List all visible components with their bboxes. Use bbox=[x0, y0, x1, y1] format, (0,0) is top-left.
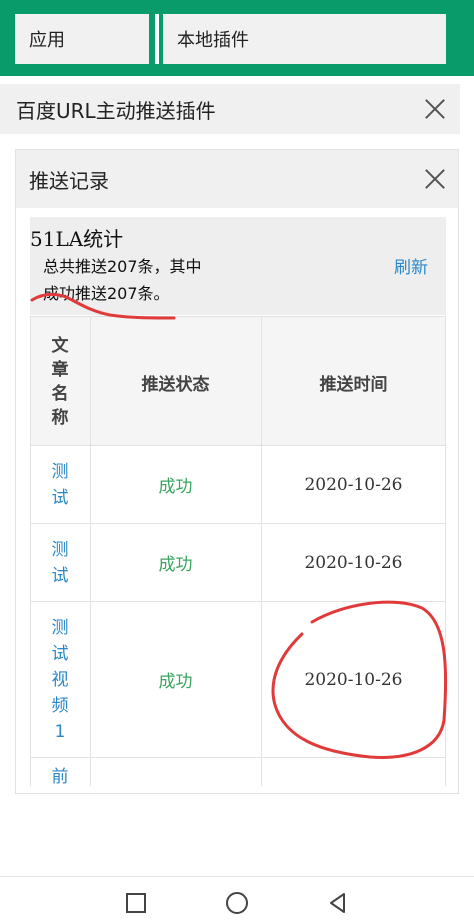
time-cell: 2020-10-26 bbox=[304, 552, 403, 573]
push-record-panel: 推送记录 51LA统计 总共推送207条，其中 成功推送207条。 刷新 文章名… bbox=[15, 149, 459, 794]
circle-icon[interactable] bbox=[225, 891, 249, 915]
plugin-title: 百度URL主动推送插件 bbox=[16, 98, 216, 123]
triangle-back-icon[interactable] bbox=[326, 891, 350, 915]
status-cell: 成功 bbox=[158, 672, 193, 692]
article-name-cell[interactable]: 测试 bbox=[30, 446, 90, 523]
article-link[interactable]: 测试 bbox=[50, 459, 70, 511]
close-icon[interactable] bbox=[424, 168, 446, 190]
top-tab-bar: 应用 本地插件 bbox=[0, 0, 474, 76]
panel-header: 推送记录 bbox=[16, 150, 458, 208]
article-name-cell[interactable]: 前 bbox=[30, 758, 90, 786]
tab-local-plugins[interactable]: 本地插件 bbox=[163, 14, 446, 64]
stats-box: 51LA统计 总共推送207条，其中 成功推送207条。 刷新 bbox=[30, 217, 446, 315]
column-divider bbox=[90, 316, 91, 786]
article-name-cell[interactable]: 测试视频1 bbox=[30, 602, 90, 757]
time-cell bbox=[261, 758, 446, 786]
article-link[interactable]: 测试视频1 bbox=[50, 615, 70, 745]
column-divider bbox=[445, 316, 446, 786]
stats-total-text: 总共推送207条，其中 bbox=[43, 257, 202, 276]
status-cell bbox=[90, 758, 261, 786]
header-push-status: 推送状态 bbox=[141, 374, 210, 395]
table-row: 测试 成功 2020-10-26 bbox=[30, 524, 446, 602]
stats-success-text: 成功推送207条。 bbox=[43, 284, 170, 303]
push-record-table: 文章名称 推送状态 推送时间 测试 成功 2020-10-26 测试 成功 20… bbox=[30, 316, 446, 786]
article-name-cell[interactable]: 测试 bbox=[30, 524, 90, 601]
time-cell: 2020-10-26 bbox=[304, 474, 403, 495]
tab-divider bbox=[155, 14, 159, 64]
time-cell: 2020-10-26 bbox=[304, 669, 403, 690]
system-nav-bar bbox=[0, 876, 474, 924]
panel-title: 推送记录 bbox=[29, 168, 109, 193]
article-link[interactable]: 前 bbox=[50, 764, 70, 786]
status-cell: 成功 bbox=[158, 477, 193, 497]
tab-apps[interactable]: 应用 bbox=[15, 14, 149, 64]
table-row: 测试 成功 2020-10-26 bbox=[30, 446, 446, 524]
stats-title: 51LA统计 bbox=[30, 227, 124, 251]
column-divider bbox=[30, 316, 31, 786]
status-cell: 成功 bbox=[158, 555, 193, 575]
header-push-time: 推送时间 bbox=[319, 374, 388, 395]
refresh-link[interactable]: 刷新 bbox=[394, 253, 428, 278]
plugin-header: 百度URL主动推送插件 bbox=[0, 84, 460, 134]
column-divider bbox=[261, 316, 262, 786]
header-article-name: 文章名称 bbox=[51, 336, 69, 428]
table-row: 前 bbox=[30, 758, 446, 786]
table-header-row: 文章名称 推送状态 推送时间 bbox=[30, 316, 446, 446]
close-icon[interactable] bbox=[424, 98, 446, 120]
table-row: 测试视频1 成功 2020-10-26 bbox=[30, 602, 446, 758]
square-icon[interactable] bbox=[124, 891, 148, 915]
article-link[interactable]: 测试 bbox=[50, 537, 70, 589]
